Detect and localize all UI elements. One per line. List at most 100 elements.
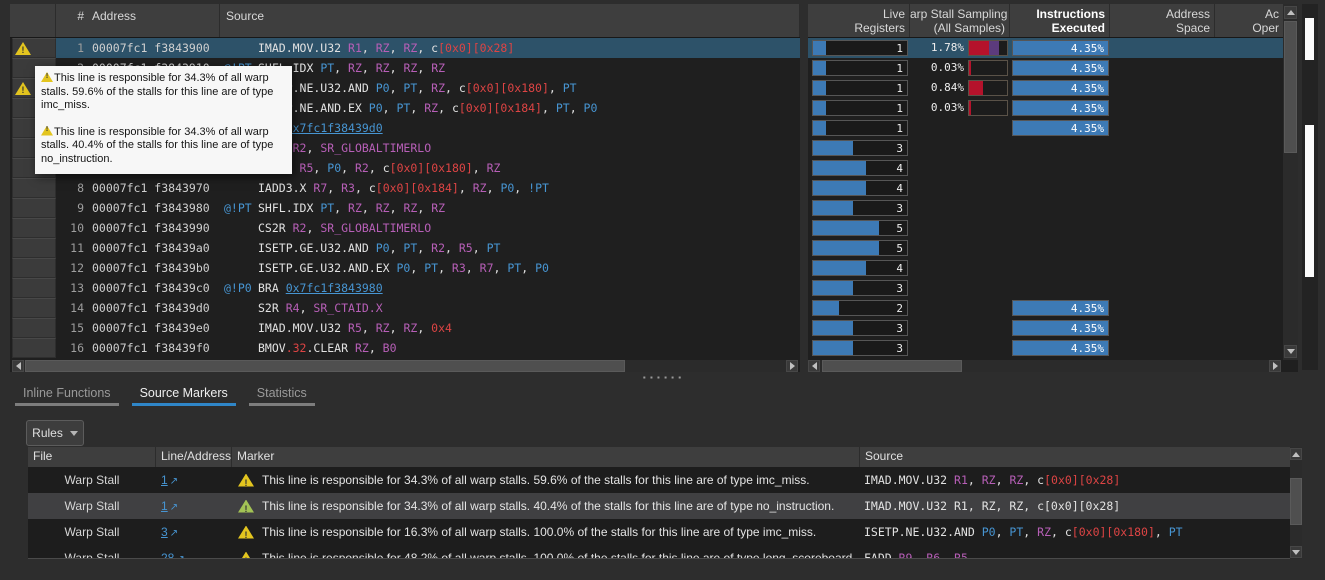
- source-horizontal-scrollbar[interactable]: [12, 360, 798, 372]
- scroll-down-button[interactable]: [1290, 546, 1302, 558]
- metrics-row[interactable]: 5: [808, 218, 1298, 238]
- gutter-cell[interactable]: [12, 318, 56, 338]
- source-row[interactable]: 1300007fc1 f38439c0@!P0BRA 0x7fc1f384398…: [10, 278, 800, 298]
- tab-inline-functions[interactable]: Inline Functions: [15, 385, 119, 406]
- line-number-link[interactable]: 1: [161, 473, 168, 487]
- metrics-vertical-scrollbar[interactable]: [1283, 4, 1298, 360]
- marker-line-link[interactable]: 1↗: [156, 499, 232, 513]
- scroll-up-button[interactable]: [1284, 6, 1297, 19]
- instructions-executed-column-header[interactable]: InstructionsExecuted: [1010, 4, 1110, 37]
- line-number: 15: [56, 321, 84, 335]
- metrics-row[interactable]: 10.84%4.35%: [808, 78, 1298, 98]
- live-registers-value: 3: [896, 342, 903, 355]
- metrics-horizontal-scrollbar[interactable]: [808, 360, 1281, 372]
- source-row[interactable]: !100007fc1 f3843900IMAD.MOV.U32 R1, RZ, …: [10, 38, 800, 58]
- branch-target-link[interactable]: 0x7fc1f3843980: [286, 281, 383, 295]
- panel-splitter-handle[interactable]: ▪ ▪ ▪ ▪ ▪ ▪: [0, 373, 1325, 383]
- gutter-cell[interactable]: [12, 298, 56, 318]
- markers-vertical-scrollbar[interactable]: [1290, 447, 1302, 559]
- scroll-left-button[interactable]: [12, 360, 24, 372]
- marker-line-link[interactable]: 28↗: [156, 551, 232, 559]
- marker-row[interactable]: Warp Stall3↗!This line is responsible fo…: [28, 519, 1290, 545]
- marker-column-header[interactable]: Marker: [232, 447, 860, 467]
- scroll-thumb[interactable]: [1290, 478, 1302, 525]
- source-column-header[interactable]: Source: [860, 447, 1290, 467]
- metrics-row[interactable]: 10.03%4.35%: [808, 98, 1298, 118]
- instruction-text: IMAD.MOV.U32 R5, RZ, RZ, 0x4: [258, 321, 800, 335]
- marker-line-link[interactable]: 1↗: [156, 473, 232, 487]
- instruction-token: RZ: [431, 201, 445, 215]
- scroll-thumb[interactable]: [1284, 21, 1297, 153]
- source-row[interactable]: 1500007fc1 f38439e0IMAD.MOV.U32 R5, RZ, …: [10, 318, 800, 338]
- metrics-row[interactable]: 5: [808, 238, 1298, 258]
- source-row[interactable]: 1200007fc1 f38439b0ISETP.GE.U32.AND.EX P…: [10, 258, 800, 278]
- gutter-cell[interactable]: [12, 178, 56, 198]
- live-registers-bar: [813, 241, 879, 255]
- line-number-link[interactable]: 3: [161, 525, 168, 539]
- metrics-row[interactable]: 4: [808, 158, 1298, 178]
- metrics-row[interactable]: 3: [808, 278, 1298, 298]
- metrics-row[interactable]: 34.35%: [808, 338, 1298, 358]
- warning-icon: !: [41, 72, 53, 82]
- file-column-header[interactable]: File: [28, 447, 156, 467]
- scroll-down-button[interactable]: [1284, 345, 1297, 358]
- heatmap-marker[interactable]: [1305, 125, 1314, 277]
- scroll-thumb[interactable]: [822, 360, 962, 372]
- gutter-cell[interactable]: [12, 278, 56, 298]
- address-column-header[interactable]: #Address: [56, 4, 220, 37]
- live-registers-column-header[interactable]: LiveRegisters: [808, 4, 910, 37]
- marker-row[interactable]: Warp Stall28↗!This line is responsible f…: [28, 545, 1290, 559]
- marker-row[interactable]: Warp Stall1↗!This line is responsible fo…: [28, 467, 1290, 493]
- metrics-row[interactable]: 4: [808, 258, 1298, 278]
- metrics-row[interactable]: 4: [808, 178, 1298, 198]
- address-space-column-header[interactable]: AddressSpace: [1110, 4, 1215, 37]
- instruction-token: RZ: [403, 321, 417, 335]
- source-row[interactable]: 1100007fc1 f38439a0ISETP.GE.U32.AND P0, …: [10, 238, 800, 258]
- line-number-link[interactable]: 28: [161, 551, 174, 559]
- metrics-row[interactable]: 3: [808, 198, 1298, 218]
- access-operation-column-header[interactable]: AcOper: [1215, 4, 1283, 37]
- warp-stall-sampling-column-header[interactable]: arp Stall Sampling(All Samples): [910, 4, 1010, 37]
- markers-table-header: File Line/Address Marker Source: [28, 447, 1290, 467]
- marker-message: This line is responsible for 34.3% of al…: [262, 473, 810, 487]
- metrics-row[interactable]: 34.35%: [808, 318, 1298, 338]
- gutter-cell[interactable]: [12, 258, 56, 278]
- heatmap-strip[interactable]: [1302, 4, 1318, 370]
- source-row[interactable]: 1000007fc1 f3843990CS2R R2, SR_GLOBALTIM…: [10, 218, 800, 238]
- rules-dropdown[interactable]: Rules: [26, 420, 84, 446]
- source-row[interactable]: 900007fc1 f3843980@!PTSHFL.IDX PT, RZ, R…: [10, 198, 800, 218]
- gutter-cell[interactable]: [12, 238, 56, 258]
- source-row[interactable]: 1600007fc1 f38439f0BMOV.32.CLEAR RZ, B0: [10, 338, 800, 358]
- scroll-right-button[interactable]: [1269, 360, 1281, 372]
- scroll-up-button[interactable]: [1290, 448, 1302, 460]
- instruction-token: ,: [570, 101, 584, 115]
- instruction-token: P0: [327, 161, 341, 175]
- gutter-cell[interactable]: [12, 338, 56, 358]
- metrics-row[interactable]: 3: [808, 138, 1298, 158]
- gutter-cell[interactable]: [12, 198, 56, 218]
- scroll-thumb[interactable]: [25, 360, 625, 372]
- metrics-row[interactable]: 10.03%4.35%: [808, 58, 1298, 78]
- source-column-header[interactable]: Source: [220, 4, 800, 37]
- line-number-column-header[interactable]: #: [56, 9, 84, 23]
- metrics-table-header: LiveRegisters arp Stall Sampling(All Sam…: [808, 4, 1283, 38]
- tab-statistics[interactable]: Statistics: [249, 385, 315, 406]
- heatmap-marker[interactable]: [1305, 18, 1314, 60]
- metrics-row[interactable]: 14.35%: [808, 118, 1298, 138]
- tab-source-markers[interactable]: Source Markers: [132, 385, 236, 406]
- instruction-token: PT: [487, 241, 501, 255]
- metrics-row[interactable]: 11.78%4.35%: [808, 38, 1283, 58]
- source-row[interactable]: 1400007fc1 f38439d0S2R R4, SR_CTAID.X: [10, 298, 800, 318]
- line-address-column-header[interactable]: Line/Address: [156, 447, 232, 467]
- scroll-right-button[interactable]: [786, 360, 798, 372]
- marker-line-link[interactable]: 3↗: [156, 525, 232, 539]
- gutter-cell[interactable]: !: [12, 38, 56, 58]
- source-row[interactable]: 800007fc1 f3843970IADD3.X R7, R3, c[0x0]…: [10, 178, 800, 198]
- instruction-token: SR_GLOBALTIMERLO: [320, 141, 431, 155]
- metrics-row[interactable]: 24.35%: [808, 298, 1298, 318]
- scroll-left-button[interactable]: [808, 360, 820, 372]
- gutter-cell[interactable]: [12, 218, 56, 238]
- branch-target-link[interactable]: 0x7fc1f38439d0: [286, 121, 383, 135]
- line-number-link[interactable]: 1: [161, 499, 168, 513]
- marker-row[interactable]: Warp Stall1↗!This line is responsible fo…: [28, 493, 1290, 519]
